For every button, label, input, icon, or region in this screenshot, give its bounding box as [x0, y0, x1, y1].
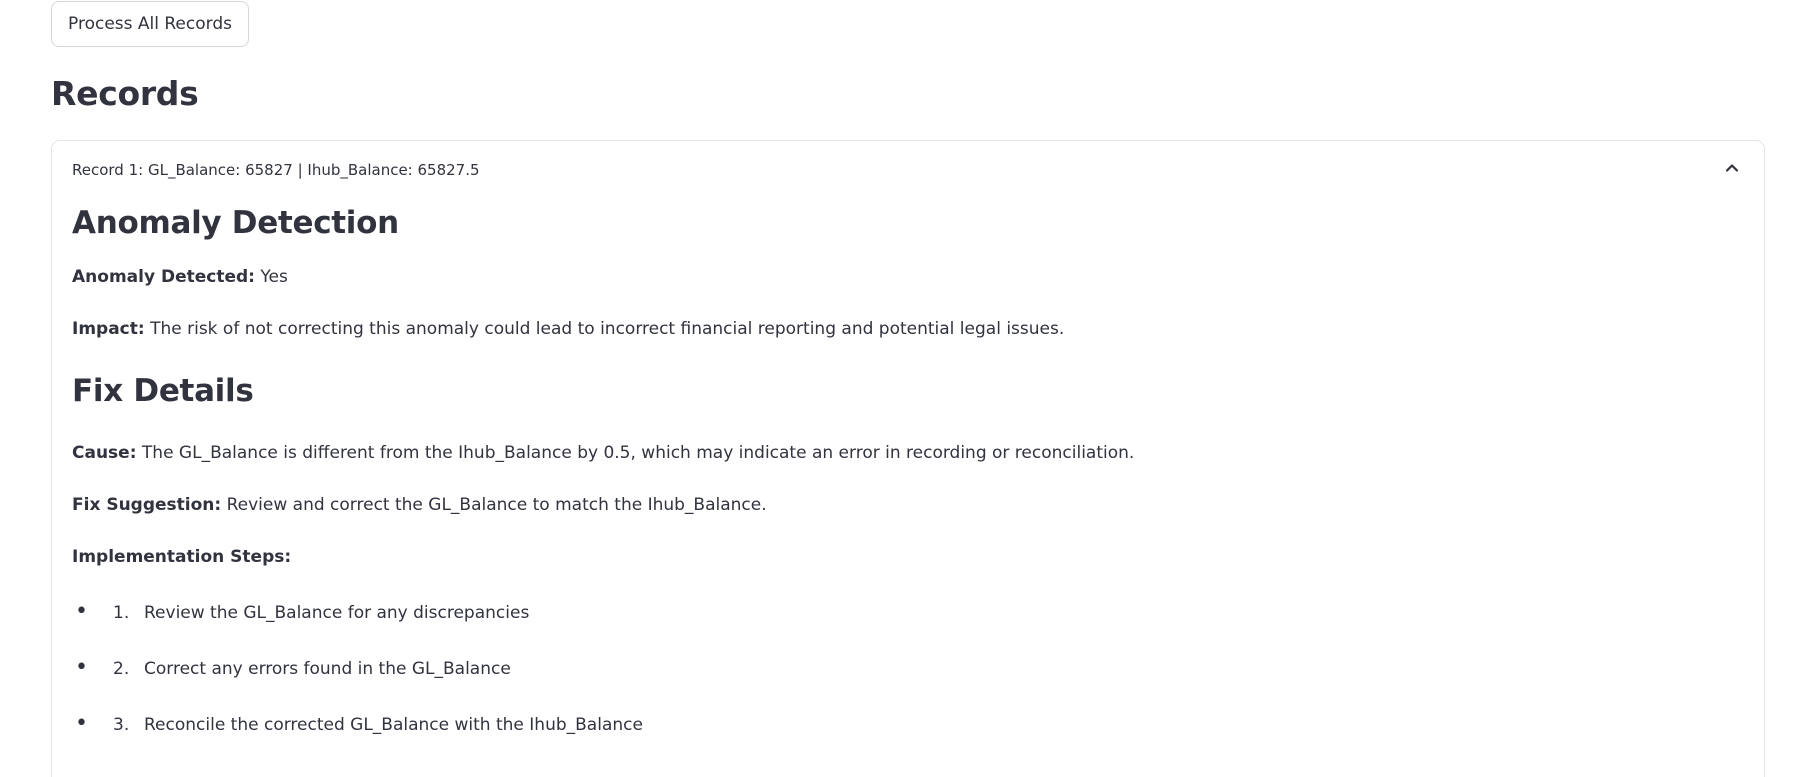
fix-suggestion-label: Fix Suggestion:	[72, 495, 222, 515]
bullet-icon: •	[75, 599, 88, 624]
step-text: Review the GL_Balance for any discrepanc…	[144, 603, 530, 623]
step-number: 1.	[113, 603, 130, 623]
implementation-steps-label: Implementation Steps:	[72, 547, 292, 567]
implementation-steps-row: Implementation Steps:	[72, 547, 291, 567]
impact-row: Impact: The risk of not correcting this …	[72, 319, 1064, 339]
step-number: 3.	[113, 715, 130, 735]
cause-value: The GL_Balance is different from the Ihu…	[141, 443, 1135, 463]
step-text: Correct any errors found in the GL_Balan…	[144, 659, 511, 679]
fix-suggestion-row: Fix Suggestion: Review and correct the G…	[72, 495, 767, 515]
app-root: Process All Records Records Record 1: GL…	[0, 0, 1801, 777]
fix-details-heading: Fix Details	[72, 373, 254, 409]
fix-suggestion-value: Review and correct the GL_Balance to mat…	[226, 495, 767, 515]
record-summary-label: Record 1: GL_Balance: 65827 | Ihub_Balan…	[72, 161, 480, 179]
step-number: 2.	[113, 659, 130, 679]
records-heading: Records	[51, 74, 199, 113]
anomaly-detected-value: Yes	[260, 267, 288, 287]
impact-label: Impact:	[72, 319, 145, 339]
anomaly-detected-row: Anomaly Detected: Yes	[72, 267, 288, 287]
record-expander-header[interactable]: Record 1: GL_Balance: 65827 | Ihub_Balan…	[52, 141, 1764, 199]
chevron-up-icon[interactable]	[1722, 158, 1742, 178]
anomaly-detected-label: Anomaly Detected:	[72, 267, 255, 287]
anomaly-detection-heading: Anomaly Detection	[72, 205, 399, 241]
bullet-icon: •	[75, 655, 88, 680]
step-text: Reconcile the corrected GL_Balance with …	[144, 715, 643, 735]
cause-label: Cause:	[72, 443, 137, 463]
impact-value: The risk of not correcting this anomaly …	[150, 319, 1065, 339]
process-all-records-button[interactable]: Process All Records	[51, 1, 249, 47]
bullet-icon: •	[75, 711, 88, 736]
cause-row: Cause: The GL_Balance is different from …	[72, 443, 1134, 463]
record-expander: Record 1: GL_Balance: 65827 | Ihub_Balan…	[51, 140, 1765, 777]
